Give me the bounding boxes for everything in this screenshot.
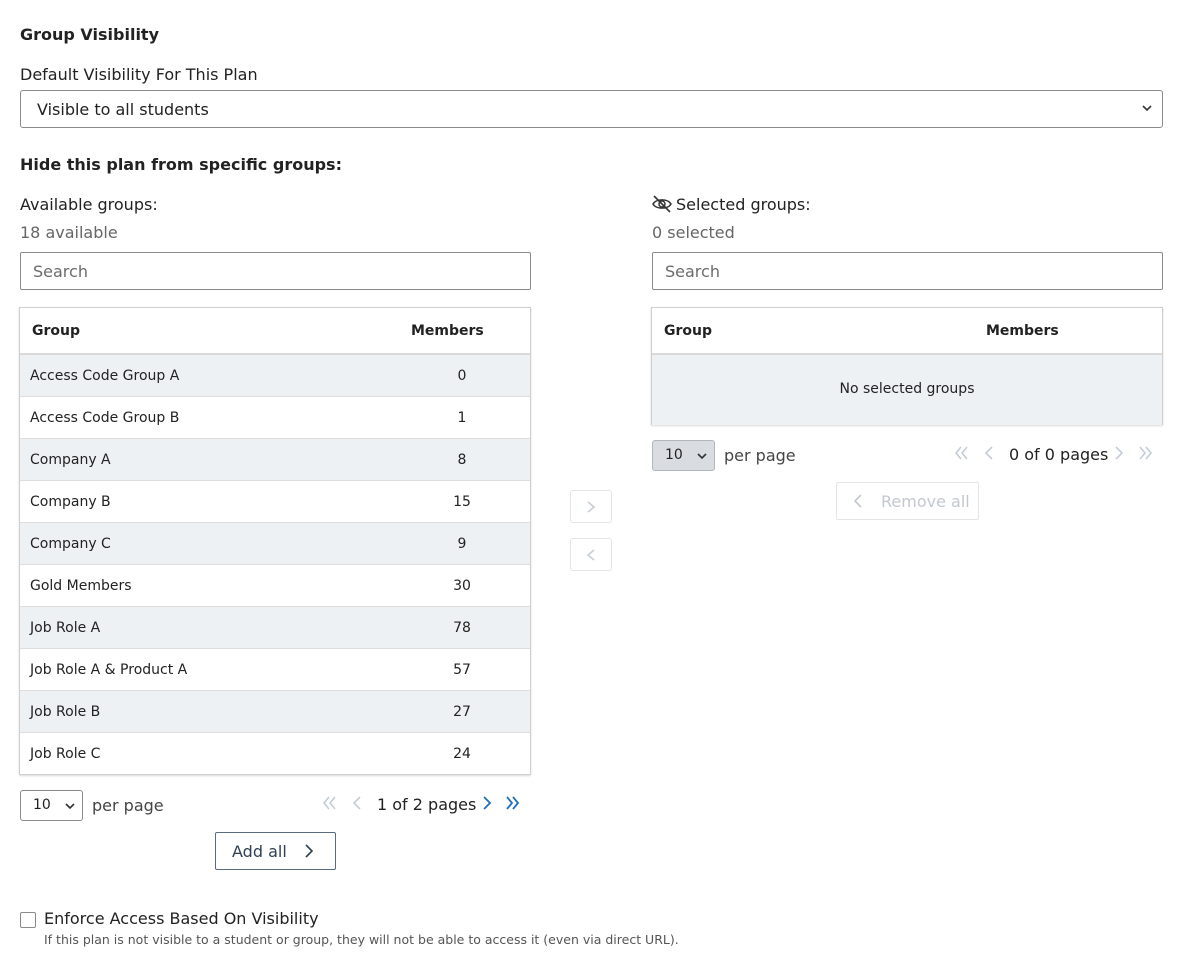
- move-right-button[interactable]: [570, 490, 612, 523]
- member-count: 8: [457, 452, 467, 468]
- group-name: Job Role A & Product A: [30, 662, 188, 678]
- member-count: 1: [457, 410, 467, 426]
- chevron-left-icon[interactable]: [349, 795, 365, 811]
- selected-groups-label: Selected groups:: [676, 195, 811, 214]
- selected-search-input[interactable]: Search: [652, 252, 1163, 290]
- double-chevron-left-icon[interactable]: [321, 795, 337, 811]
- add-all-label: Add all: [232, 842, 287, 861]
- column-header-group[interactable]: Group: [664, 323, 712, 339]
- table-row[interactable]: Company C 9: [20, 523, 530, 565]
- double-chevron-right-icon[interactable]: [505, 795, 521, 811]
- chevron-left-icon: [586, 549, 595, 561]
- selected-search-placeholder: Search: [665, 262, 720, 281]
- member-count: 9: [457, 536, 467, 552]
- table-row[interactable]: Job Role A 78: [20, 607, 530, 649]
- group-name: Job Role A: [30, 620, 101, 636]
- remove-all-button[interactable]: Remove all: [836, 482, 979, 520]
- group-name: Company C: [30, 536, 111, 552]
- member-count: 0: [457, 368, 467, 384]
- double-chevron-left-icon[interactable]: [953, 445, 969, 461]
- available-search-placeholder: Search: [33, 262, 88, 281]
- group-name: Job Role B: [30, 704, 101, 720]
- empty-message: No selected groups: [839, 381, 975, 397]
- group-name: Gold Members: [30, 578, 132, 594]
- table-header: Group Members: [652, 308, 1162, 355]
- add-all-button[interactable]: Add all: [215, 832, 336, 870]
- available-groups-table: Group Members Access Code Group A 0 Access…: [19, 307, 531, 775]
- column-header-members[interactable]: Members: [986, 323, 1059, 339]
- per-page-value: 10: [665, 447, 683, 463]
- chevron-down-icon: [697, 453, 707, 460]
- move-left-button[interactable]: [570, 538, 612, 571]
- table-row[interactable]: Access Code Group A 0: [20, 355, 530, 397]
- column-header-members[interactable]: Members: [411, 323, 484, 339]
- chevron-left-icon: [853, 494, 862, 508]
- enforce-access-checkbox[interactable]: [20, 912, 36, 928]
- available-page-status: 1 of 2 pages: [377, 795, 477, 814]
- default-visibility-value: Visible to all students: [37, 100, 209, 119]
- table-row[interactable]: Access Code Group B 1: [20, 397, 530, 439]
- table-row[interactable]: Job Role A & Product A 57: [20, 649, 530, 691]
- available-groups-label: Available groups:: [20, 195, 158, 214]
- group-name: Access Code Group A: [30, 368, 180, 384]
- chevron-right-icon: [305, 844, 314, 858]
- selected-per-page-label: per page: [724, 446, 796, 465]
- member-count: 78: [453, 620, 471, 636]
- chevron-right-icon[interactable]: [1111, 445, 1127, 461]
- table-row[interactable]: Job Role C 24: [20, 733, 530, 775]
- remove-all-label: Remove all: [881, 492, 970, 511]
- member-count: 57: [453, 662, 471, 678]
- group-name: Company A: [30, 452, 111, 468]
- chevron-down-icon: [1142, 105, 1152, 112]
- chevron-right-icon[interactable]: [479, 795, 495, 811]
- table-row[interactable]: Company A 8: [20, 439, 530, 481]
- enforce-access-label: Enforce Access Based On Visibility: [44, 909, 319, 928]
- table-header: Group Members: [20, 308, 530, 355]
- per-page-value: 10: [33, 797, 51, 813]
- selected-page-status: 0 of 0 pages: [1009, 445, 1109, 464]
- available-groups-count: 18 available: [20, 223, 118, 242]
- table-row[interactable]: Job Role B 27: [20, 691, 530, 733]
- table-row[interactable]: Company B 15: [20, 481, 530, 523]
- chevron-right-icon: [587, 501, 596, 513]
- empty-state: No selected groups: [652, 355, 1162, 425]
- available-per-page-select[interactable]: 10: [20, 790, 83, 821]
- group-name: Company B: [30, 494, 111, 510]
- chevron-left-icon[interactable]: [981, 445, 997, 461]
- member-count: 27: [453, 704, 471, 720]
- column-header-group[interactable]: Group: [32, 323, 80, 339]
- selected-groups-table: Group Members No selected groups: [651, 307, 1163, 425]
- selected-groups-count: 0 selected: [652, 223, 735, 242]
- default-visibility-select[interactable]: Visible to all students: [20, 90, 1163, 128]
- selected-per-page-select[interactable]: 10: [652, 440, 715, 471]
- available-search-input[interactable]: Search: [20, 252, 531, 290]
- table-row[interactable]: Gold Members 30: [20, 565, 530, 607]
- enforce-access-help: If this plan is not visible to a student…: [44, 932, 679, 947]
- double-chevron-right-icon[interactable]: [1138, 445, 1154, 461]
- section-title: Group Visibility: [20, 25, 160, 44]
- default-visibility-label: Default Visibility For This Plan: [20, 65, 258, 84]
- group-name: Job Role C: [30, 746, 101, 762]
- group-name: Access Code Group B: [30, 410, 180, 426]
- eye-slash-icon: [652, 195, 672, 213]
- chevron-down-icon: [65, 803, 75, 810]
- member-count: 30: [453, 578, 471, 594]
- member-count: 24: [453, 746, 471, 762]
- available-per-page-label: per page: [92, 796, 164, 815]
- member-count: 15: [453, 494, 471, 510]
- hide-groups-title: Hide this plan from specific groups:: [20, 155, 342, 174]
